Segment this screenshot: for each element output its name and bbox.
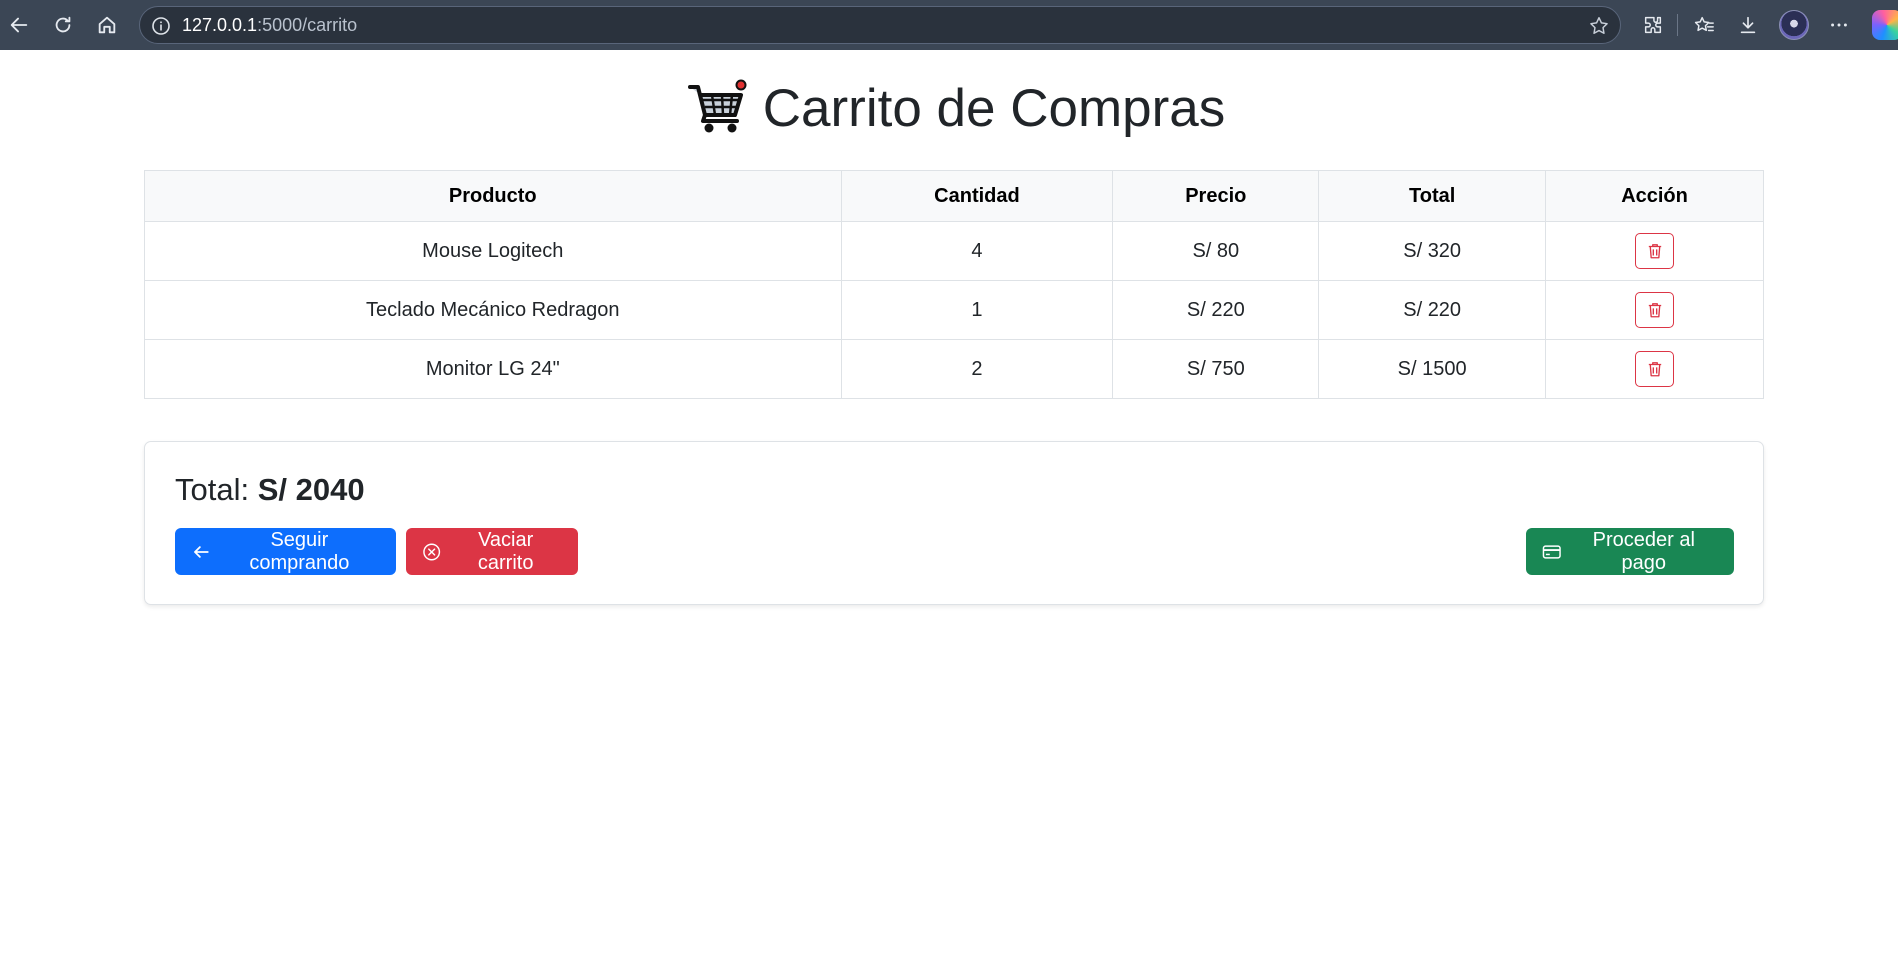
header-producto: Producto [144,170,842,222]
cell-precio: S/ 750 [1112,339,1320,399]
favorites-button[interactable] [1690,11,1718,39]
table-row: Teclado Mecánico Redragon 1 S/ 220 S/ 22… [144,280,1764,340]
more-options-button[interactable] [1825,11,1853,39]
reload-button[interactable] [47,9,79,41]
cell-cantidad: 2 [840,339,1114,399]
cell-accion [1545,339,1764,399]
profile-avatar[interactable] [1779,10,1809,40]
cell-cantidad: 1 [840,280,1114,340]
cell-total: S/ 320 [1318,221,1547,281]
arrow-left-icon [10,17,28,33]
cell-producto: Mouse Logitech [144,221,842,281]
trash-icon [1648,303,1661,318]
empty-cart-button[interactable]: Vaciar carrito [406,528,578,575]
copilot-icon[interactable] [1872,10,1898,40]
url-host: 127.0.0.1 [182,15,258,35]
page-title: Carrito de Compras [0,78,1898,139]
header-cantidad: Cantidad [840,170,1114,222]
delete-item-button[interactable] [1635,233,1675,269]
table-row: Monitor LG 24" 2 S/ 750 S/ 1500 [144,339,1764,399]
checkout-button[interactable]: Proceder al pago [1526,528,1734,575]
site-info-icon[interactable] [151,16,171,36]
cell-total: S/ 220 [1318,280,1547,340]
table-row: Mouse Logitech 4 S/ 80 S/ 320 [144,221,1764,281]
arrow-left-icon [194,545,209,558]
back-button[interactable] [3,9,35,41]
puzzle-icon [1644,16,1662,34]
favorites-list-icon [1694,16,1714,32]
page-content: Carrito de Compras Producto Cantidad Pre… [0,50,1898,968]
extensions-button[interactable] [1639,11,1667,39]
cart-summary-card: Total: S/ 2040 Seguir comprando Vaciar c… [144,441,1764,605]
continue-shopping-label: Seguir comprando [249,528,350,574]
trash-icon [1648,362,1661,377]
address-bar[interactable]: 127.0.0.1:5000/carrito [139,6,1621,44]
header-total: Total [1318,170,1547,222]
table-header-row: Producto Cantidad Precio Total Acción [144,170,1764,222]
cell-precio: S/ 80 [1112,221,1320,281]
browser-toolbar: 127.0.0.1:5000/carrito [0,0,1898,50]
cell-total: S/ 1500 [1318,339,1547,399]
toolbar-divider [1677,14,1678,36]
credit-card-icon [1542,544,1561,559]
empty-cart-label: Vaciar carrito [477,528,534,574]
total-value: S/ 2040 [257,472,365,507]
cell-accion [1545,221,1764,281]
trash-icon [1648,244,1661,259]
header-precio: Precio [1112,170,1320,222]
total-label: Total: [175,472,250,507]
checkout-label: Proceder al pago [1592,528,1695,574]
x-circle-icon [423,543,441,560]
shopping-cart-icon [687,79,747,133]
delete-item-button[interactable] [1635,351,1675,387]
cell-accion [1545,280,1764,340]
cell-cantidad: 4 [840,221,1114,281]
cell-precio: S/ 220 [1112,280,1320,340]
page-title-text: Carrito de Compras [762,79,1226,138]
favorite-star-icon[interactable] [1588,15,1610,37]
more-dots-icon [1831,23,1847,27]
url-path: :5000/carrito [257,15,358,35]
header-accion: Acción [1545,170,1764,222]
downloads-button[interactable] [1734,11,1762,39]
cell-producto: Monitor LG 24" [144,339,842,399]
cell-producto: Teclado Mecánico Redragon [144,280,842,340]
continue-shopping-button[interactable]: Seguir comprando [175,528,396,575]
home-icon [98,16,116,34]
download-icon [1740,16,1756,34]
url-text[interactable]: 127.0.0.1:5000/carrito [182,7,357,43]
reload-icon [55,16,71,33]
delete-item-button[interactable] [1635,292,1675,328]
cart-table: Producto Cantidad Precio Total Acción Mo… [144,170,1764,399]
home-button[interactable] [91,9,123,41]
cart-total: Total: S/ 2040 [175,472,365,508]
